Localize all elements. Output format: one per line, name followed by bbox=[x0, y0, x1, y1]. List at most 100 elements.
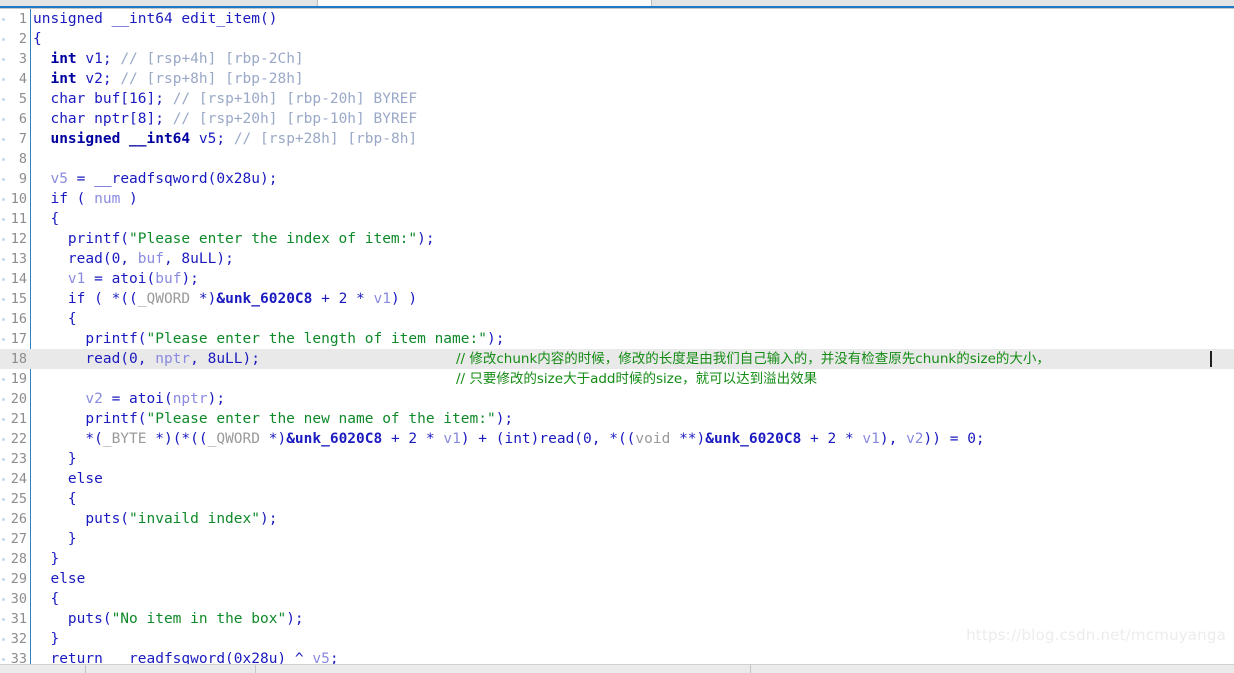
status-bar-divider bbox=[255, 665, 256, 673]
code-line[interactable]: 18 read(0, nptr, 8uLL); // 修改chunk内容的时候，修… bbox=[0, 349, 1234, 369]
code-token: ); bbox=[417, 231, 435, 247]
code-line[interactable]: 33 return __readfsqword(0x28u) ^ v5; bbox=[0, 649, 1234, 664]
code-token: "No item in the box" bbox=[111, 611, 287, 627]
pseudocode-view[interactable]: 1 unsigned __int64 edit_item() 2{3 int v1;… bbox=[0, 9, 1234, 664]
code-token: v2 bbox=[85, 391, 103, 407]
code-token: ); bbox=[495, 411, 514, 427]
code-line[interactable]: 14 v1 = atoi(buf); bbox=[0, 269, 1234, 289]
code-token: ) ) bbox=[390, 291, 418, 307]
code-line[interactable]: 9 v5 = __readfsqword(0x28u); bbox=[0, 169, 1234, 189]
code-token: v1; bbox=[76, 51, 121, 67]
line-number: 20 bbox=[10, 391, 27, 407]
code-token: *)(*(( bbox=[146, 431, 208, 447]
code-token: } bbox=[33, 631, 60, 647]
code-token: if ( *(( bbox=[33, 291, 138, 307]
code-text: { bbox=[33, 309, 77, 329]
code-line[interactable]: 15 if ( *((_QWORD *)&unk_6020C8 + 2 * v1… bbox=[0, 289, 1234, 309]
code-line[interactable]: 22 *(_BYTE *)(*((_QWORD *)&unk_6020C8 + … bbox=[0, 429, 1234, 449]
line-number: 17 bbox=[10, 331, 27, 347]
code-line[interactable]: 30 { bbox=[0, 589, 1234, 609]
code-token: v2 bbox=[906, 431, 924, 447]
code-text: v2 = atoi(nptr); bbox=[33, 389, 225, 409]
line-number: 26 bbox=[10, 511, 27, 527]
code-line[interactable]: 19 // 只要修改的size大于add时候的size，就可以达到溢出效果 bbox=[0, 369, 1234, 389]
status-bar-divider bbox=[750, 665, 751, 673]
code-line[interactable]: 26 puts("invaild index"); bbox=[0, 509, 1234, 529]
code-line[interactable]: 27 } bbox=[0, 529, 1234, 549]
code-token: printf( bbox=[33, 231, 130, 247]
code-line[interactable]: 16 { bbox=[0, 309, 1234, 329]
code-line[interactable]: 17 printf("Please enter the length of it… bbox=[0, 329, 1234, 349]
line-number: 31 bbox=[10, 611, 27, 627]
code-token: *) bbox=[260, 431, 287, 447]
code-token: puts( bbox=[33, 611, 112, 627]
code-line[interactable]: 3 int v1; // [rsp+4h] [rbp-2Ch] bbox=[0, 49, 1234, 69]
code-line[interactable]: 25 { bbox=[0, 489, 1234, 509]
horizontal-scrollbar[interactable] bbox=[0, 0, 1234, 9]
code-text: { bbox=[33, 29, 42, 49]
code-text: printf("Please enter the length of item … bbox=[33, 329, 504, 349]
code-token: v1 bbox=[67, 271, 86, 287]
code-token: = atoi( bbox=[102, 391, 173, 407]
code-line[interactable]: 11 { bbox=[0, 209, 1234, 229]
code-token: &unk_6020C8 bbox=[286, 431, 383, 447]
code-text: { bbox=[33, 209, 59, 229]
line-number: 9 bbox=[18, 171, 27, 187]
code-line[interactable]: 23 } bbox=[0, 449, 1234, 469]
code-line[interactable]: 5 char buf[16]; // [rsp+10h] [rbp-20h] B… bbox=[0, 89, 1234, 109]
line-number: 8 bbox=[18, 151, 27, 167]
code-token: // bbox=[233, 131, 261, 147]
code-token: ); bbox=[181, 271, 199, 287]
line-number: 15 bbox=[10, 291, 27, 307]
code-line[interactable]: 7 unsigned __int64 v5; // [rsp+28h] [rbp… bbox=[0, 129, 1234, 149]
code-text: puts("No item in the box"); bbox=[33, 609, 304, 629]
code-text: } bbox=[33, 549, 59, 569]
code-line[interactable]: 29 else bbox=[0, 569, 1234, 589]
code-token: *) bbox=[190, 291, 217, 307]
code-token: { bbox=[33, 31, 42, 47]
code-text: read(0, nptr, 8uLL); bbox=[33, 349, 260, 369]
code-line[interactable]: 10 if ( num ) bbox=[0, 189, 1234, 209]
line-number: 23 bbox=[10, 451, 27, 467]
line-number: 29 bbox=[10, 571, 27, 587]
code-token: } bbox=[33, 451, 77, 467]
code-token: int bbox=[50, 51, 77, 67]
code-token: "invaild index" bbox=[129, 511, 260, 527]
code-token: puts( bbox=[33, 511, 130, 527]
code-token: edit_item bbox=[181, 11, 260, 27]
scrollbar-underline-rule bbox=[0, 6, 1234, 8]
code-line[interactable]: 13 read(0, buf, 8uLL); bbox=[0, 249, 1234, 269]
code-line[interactable]: 1 unsigned __int64 edit_item() bbox=[0, 9, 1234, 29]
code-text: char nptr[8]; // [rsp+20h] [rbp-10h] BYR… bbox=[33, 109, 417, 129]
line-number: 28 bbox=[10, 551, 27, 567]
code-line[interactable]: 20 v2 = atoi(nptr); bbox=[0, 389, 1234, 409]
code-token: // bbox=[172, 91, 199, 107]
code-token: = __readfsqword(0x28u); bbox=[67, 171, 278, 187]
code-token: )) = 0; bbox=[923, 431, 985, 447]
code-token: char nptr[8]; bbox=[33, 111, 173, 127]
code-token: else bbox=[33, 571, 86, 587]
code-line[interactable]: 24 else bbox=[0, 469, 1234, 489]
line-number: 7 bbox=[18, 131, 27, 147]
code-token: _QWORD bbox=[207, 431, 260, 447]
code-token: [rsp+8h] [rbp-28h] bbox=[146, 71, 304, 87]
line-number: 10 bbox=[10, 191, 27, 207]
code-token: printf( bbox=[33, 331, 147, 347]
code-token: ; bbox=[329, 651, 339, 664]
code-line[interactable]: 21 printf("Please enter the new name of … bbox=[0, 409, 1234, 429]
code-text: char buf[16]; // [rsp+10h] [rbp-20h] BYR… bbox=[33, 89, 417, 109]
code-line[interactable]: 12 printf("Please enter the index of ite… bbox=[0, 229, 1234, 249]
code-text: unsigned __int64 edit_item() bbox=[33, 9, 277, 29]
code-line[interactable]: 2{ bbox=[0, 29, 1234, 49]
watermark-text: https://blog.csdn.net/mcmuyanga bbox=[966, 626, 1226, 644]
code-line[interactable]: 4 int v2; // [rsp+8h] [rbp-28h] bbox=[0, 69, 1234, 89]
code-token: [rsp+10h] [rbp-20h] BYREF bbox=[198, 91, 418, 107]
code-line[interactable]: 6 char nptr[8]; // [rsp+20h] [rbp-10h] B… bbox=[0, 109, 1234, 129]
code-token: unsigned __int64 bbox=[50, 131, 191, 147]
code-line[interactable]: 28 } bbox=[0, 549, 1234, 569]
code-line[interactable]: 8 bbox=[0, 149, 1234, 169]
code-token: + 2 * bbox=[801, 431, 863, 447]
code-token: v2; bbox=[76, 71, 121, 87]
